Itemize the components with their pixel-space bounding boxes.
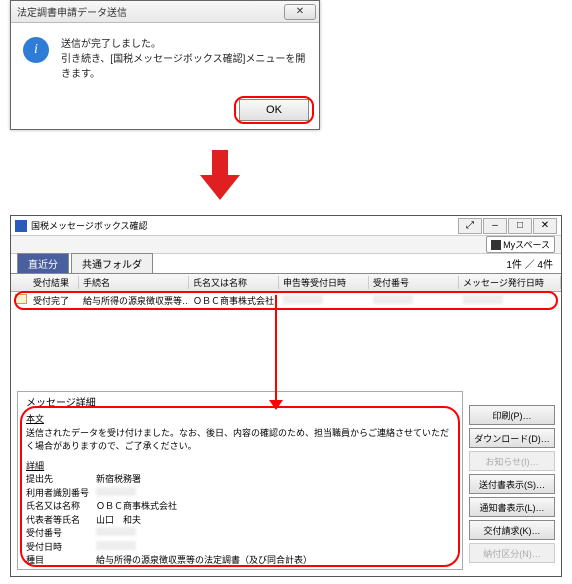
app-icon <box>15 220 27 232</box>
tabs: 直近分 共通フォルダ 1件 ／ 4件 <box>11 254 561 274</box>
minimize-button[interactable]: – <box>483 218 507 234</box>
message-box-window: 国税メッセージボックス確認 ⤢ – □ ✕ Myスペース 直近分 共通フォルダ … <box>10 215 562 577</box>
dialog-body: i 送信が完了しました。 引き続き、[国税メッセージボックス確認]メニューを開き… <box>11 23 319 90</box>
main-titlebar: 国税メッセージボックス確認 ⤢ – □ ✕ <box>11 216 561 236</box>
close-button[interactable]: ✕ <box>533 218 557 234</box>
sub-titlebar: Myスペース <box>11 236 561 254</box>
record-count: 1件 ／ 4件 <box>506 256 553 271</box>
attach-button[interactable]: 送付書表示(S)… <box>469 474 555 494</box>
detail-title: メッセージ詳細 <box>26 396 454 411</box>
dialog-message: 送信が完了しました。 引き続き、[国税メッセージボックス確認]メニューを開きます… <box>61 37 307 82</box>
maximize-button[interactable]: □ <box>508 218 532 234</box>
mail-icon <box>15 294 27 304</box>
my-space-icon <box>491 240 501 250</box>
table-row[interactable]: 受付完了 給与所得の源泉徴収票等… ＯＢＣ商事株式会社 <box>11 292 561 309</box>
blurred-value <box>283 295 323 304</box>
detail-section: メッセージ詳細 本文 送信されたデータを受け付けました。なお、後日、内容の確認の… <box>17 391 555 570</box>
notice-button[interactable]: お知らせ(I)… <box>469 451 555 471</box>
my-space-button[interactable]: Myスペース <box>486 236 555 253</box>
tab-recent[interactable]: 直近分 <box>17 253 69 273</box>
cell-name: ＯＢＣ商事株式会社 <box>189 294 279 307</box>
receipt-button[interactable]: 交付請求(K)… <box>469 520 555 540</box>
message-table: 受付結果 手続名 氏名又は名称 申告等受付日時 受付番号 メッセージ発行日時 受… <box>11 274 561 384</box>
connector-arrowhead-icon <box>269 400 283 410</box>
dialog-title: 法定調書申請データ送信 <box>17 4 127 19</box>
col-receipt-no[interactable]: 受付番号 <box>369 276 459 289</box>
delivery-button[interactable]: 納付区分(N)… <box>469 543 555 563</box>
dialog-titlebar: 法定調書申請データ送信 ✕ <box>11 1 319 23</box>
info-icon: i <box>23 37 49 63</box>
print-button[interactable]: 印刷(P)… <box>469 405 555 425</box>
notify-button[interactable]: 通知書表示(L)… <box>469 497 555 517</box>
ok-button[interactable]: OK <box>239 99 309 121</box>
message-detail-panel: メッセージ詳細 本文 送信されたデータを受け付けました。なお、後日、内容の確認の… <box>17 391 463 570</box>
download-button[interactable]: ダウンロード(D)… <box>469 428 555 448</box>
blurred-value <box>96 487 136 496</box>
connector-line <box>275 295 277 405</box>
col-message-date[interactable]: メッセージ発行日時 <box>459 276 561 289</box>
col-name[interactable]: 氏名又は名称 <box>189 276 279 289</box>
blurred-value <box>373 295 413 304</box>
cell-procedure: 給与所得の源泉徴収票等… <box>79 294 189 307</box>
col-receipt-date[interactable]: 申告等受付日時 <box>279 276 369 289</box>
detail-buttons: 印刷(P)… ダウンロード(D)… お知らせ(I)… 送付書表示(S)… 通知書… <box>469 391 555 570</box>
blurred-value <box>96 527 136 536</box>
body-label: 本文 <box>26 413 454 427</box>
confirmation-dialog: 法定調書申請データ送信 ✕ i 送信が完了しました。 引き続き、[国税メッセージ… <box>10 0 320 130</box>
flow-arrow-icon <box>200 150 240 200</box>
col-procedure[interactable]: 手続名 <box>79 276 189 289</box>
details-label: 詳細 <box>26 460 454 474</box>
cell-status: 受付完了 <box>29 294 79 307</box>
expand-button[interactable]: ⤢ <box>458 218 482 234</box>
detail-fields: 提出先新宿税務署 利用者識別番号 氏名又は名称ＯＢＣ商事株式会社 代表者等氏名山… <box>26 473 312 568</box>
blurred-value <box>463 295 503 304</box>
dialog-close-button[interactable]: ✕ <box>284 4 316 20</box>
tab-shared[interactable]: 共通フォルダ <box>71 253 153 273</box>
body-text: 送信されたデータを受け付けました。なお、後日、内容の確認のため、担当職員からご連… <box>26 427 454 454</box>
table-header: 受付結果 手続名 氏名又は名称 申告等受付日時 受付番号 メッセージ発行日時 <box>11 274 561 292</box>
blurred-value <box>96 541 136 550</box>
window-title: 国税メッセージボックス確認 <box>31 219 148 232</box>
col-status[interactable]: 受付結果 <box>29 276 79 289</box>
